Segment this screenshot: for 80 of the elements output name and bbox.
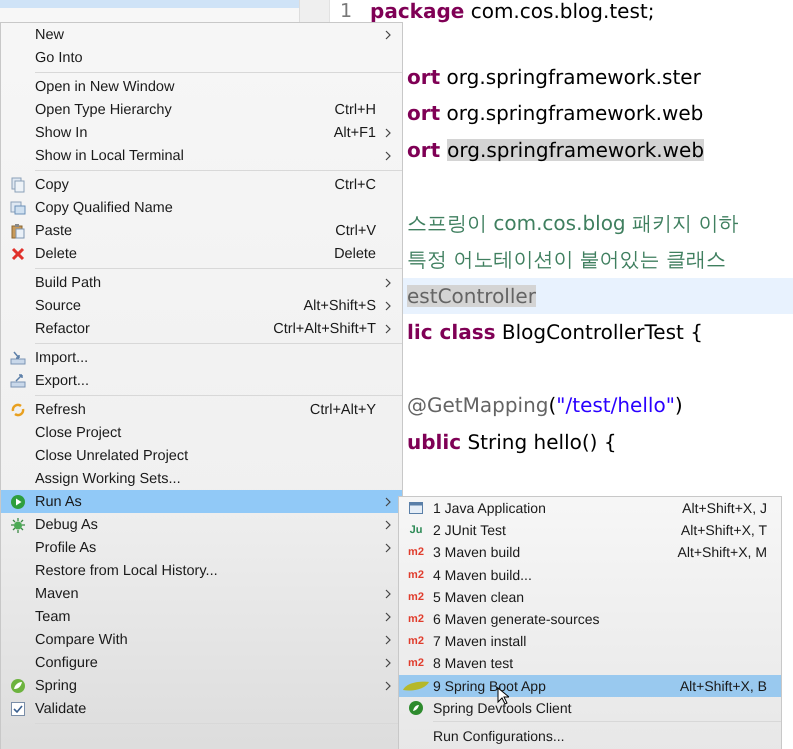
menu-item[interactable]: Open Type Hierarchy Ctrl+H [1, 98, 402, 121]
menu-icon-label: m2 [408, 635, 424, 648]
menu-item[interactable]: m2 3 Maven build Alt+Shift+X, M [399, 541, 781, 564]
menu-icon-label: Ju [410, 524, 422, 536]
copy-name-icon [10, 200, 26, 216]
menu-item[interactable]: Paste Ctrl+V [1, 219, 402, 242]
refresh-icon [10, 402, 26, 418]
clipboard-icon [10, 222, 26, 238]
menu-item[interactable]: m2 6 Maven generate-sources [399, 608, 781, 630]
menu-item[interactable]: Validate [1, 697, 402, 720]
bug-icon [10, 516, 26, 532]
menu-item[interactable]: Assign Working Sets... [1, 467, 402, 490]
menu-item[interactable]: m2 8 Maven test [399, 652, 781, 674]
menu-item[interactable]: Delete Delete [1, 242, 402, 265]
menu-item[interactable]: 9 Spring Boot App Alt+Shift+X, B [399, 674, 781, 697]
code-text: package [370, 0, 464, 22]
code-text: org.springframework.web [446, 102, 704, 124]
code-text: ort [407, 102, 440, 124]
menu-item[interactable]: m2 5 Maven clean [399, 586, 781, 608]
menu-item[interactable]: m2 7 Maven install [399, 630, 781, 652]
checkbox-icon [10, 700, 26, 716]
code-text: org.springframework.web [447, 138, 704, 161]
menu-item[interactable]: New [1, 23, 402, 46]
menu-item[interactable]: Team [1, 605, 402, 628]
menu-item[interactable]: Show In Alt+F1 [1, 121, 402, 144]
menu-item[interactable]: Run Configurations... [399, 724, 781, 748]
window-icon [408, 500, 424, 516]
menu-item[interactable]: Build Path [1, 271, 402, 294]
menu-item[interactable]: Restore from Local History... [1, 559, 402, 582]
menu-item[interactable]: Export... [1, 369, 402, 392]
menu-item[interactable]: Show in Local Terminal [1, 144, 402, 167]
menu-item[interactable]: Debug As [1, 513, 402, 536]
menu-item[interactable]: Profile As [1, 536, 402, 559]
menu-item[interactable]: Maven [1, 582, 402, 605]
menu-icon-label: m2 [408, 657, 424, 670]
menu-item[interactable]: Spring Devtools Client [399, 696, 781, 719]
code-text: 특정 어노테이션이 붙어있는 클래스 [407, 248, 726, 270]
code-text: String hello() { [466, 430, 617, 453]
code-text: org.springframework.ster [446, 66, 701, 88]
menu-item[interactable]: Run As [1, 490, 402, 513]
line-number: 1 [340, 0, 354, 22]
spring-leaf-icon [10, 678, 26, 694]
code-text: "/test/hello" [556, 394, 675, 416]
delete-icon [10, 246, 26, 262]
code-text: @GetMapping [407, 394, 548, 416]
code-text: ublic [407, 430, 462, 453]
menu-item[interactable]: Import... [1, 346, 402, 369]
spring-leaf-icon [408, 700, 424, 716]
menu-item[interactable]: Close Project [1, 421, 402, 444]
code-text: estController [407, 284, 536, 307]
code-text: 스프링이 com.cos.blog 패키지 이하 [407, 212, 738, 234]
code-text: lic class [407, 321, 496, 344]
copy-icon [10, 176, 26, 192]
run-icon [10, 494, 26, 510]
menu-item[interactable]: Source Alt+Shift+S [1, 294, 402, 317]
menu-item[interactable]: Go Into [1, 46, 402, 69]
menu-icon-label: m2 [408, 568, 424, 581]
menu-icon-label: m2 [408, 590, 424, 603]
menu-item[interactable]: 1 Java Application Alt+Shift+X, J [399, 497, 781, 520]
import-icon [10, 350, 26, 366]
menu-item[interactable]: Refresh Ctrl+Alt+Y [1, 398, 402, 421]
menu-icon-label: m2 [408, 546, 424, 558]
code-text: ( [548, 394, 556, 416]
menu-item[interactable]: Open in New Window [1, 75, 402, 98]
menu-item[interactable]: Ju 2 JUnit Test Alt+Shift+X, T [399, 519, 781, 542]
menu-item[interactable]: Copy Qualified Name [1, 196, 402, 219]
menu-item[interactable]: Compare With [1, 628, 402, 651]
menu-item[interactable]: Refactor Ctrl+Alt+Shift+T [1, 317, 402, 340]
menu-item[interactable]: Copy Ctrl+C [1, 173, 402, 196]
menu-item[interactable]: m2 4 Maven build... [399, 564, 781, 586]
export-icon [10, 372, 26, 388]
code-text: BlogControllerTest { [500, 321, 703, 344]
code-text: ort [407, 66, 440, 88]
menu-item[interactable]: Close Unrelated Project [1, 444, 402, 467]
menu-item[interactable]: Configure [1, 651, 402, 674]
code-text: ) [674, 394, 683, 416]
code-text: ort [407, 138, 440, 161]
code-text: com.cos.blog.test; [470, 0, 654, 22]
menu-item[interactable]: Spring [1, 674, 402, 697]
menu-icon-label: m2 [408, 613, 424, 626]
